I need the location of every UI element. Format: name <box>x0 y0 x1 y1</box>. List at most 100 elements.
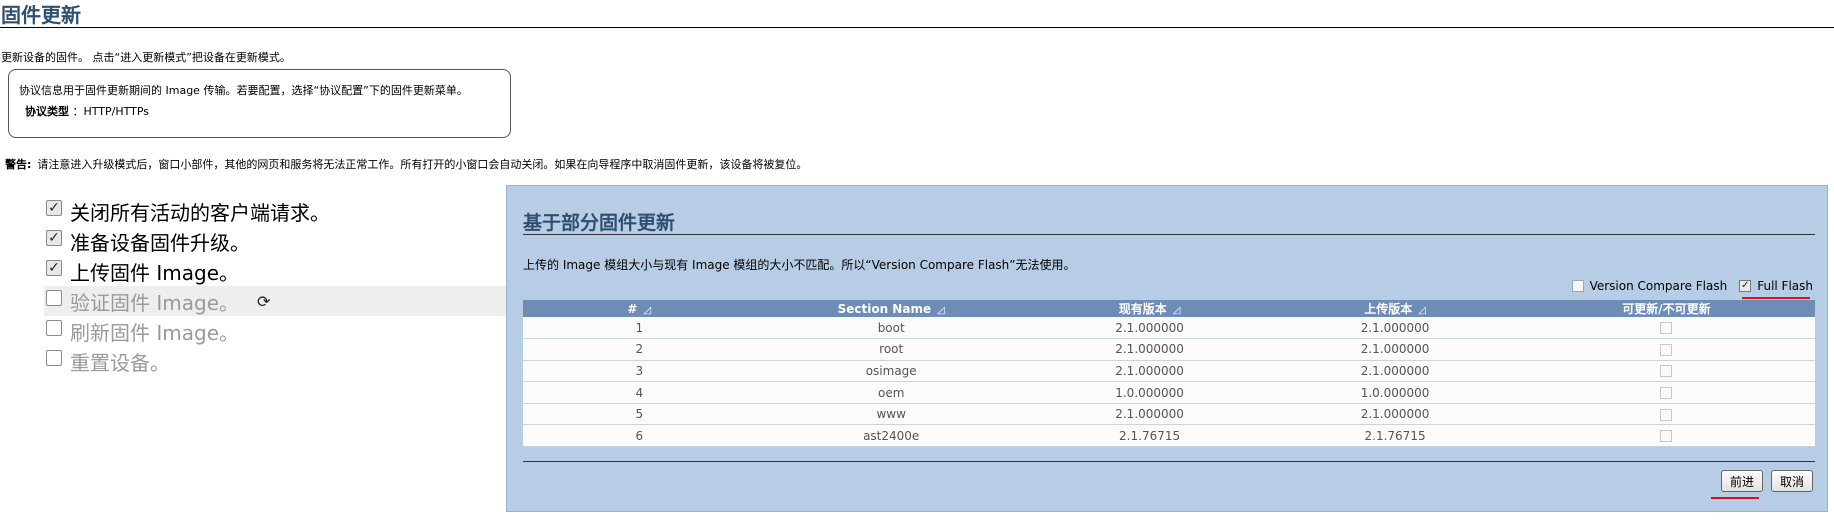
step-item: ✓ 关闭所有活动的客户端请求。 <box>46 196 506 226</box>
table-row: 2 root 2.1.000000 2.1.000000 <box>523 338 1815 361</box>
updatable-checkbox[interactable] <box>1660 322 1673 335</box>
cell-section-name: root <box>755 338 1027 361</box>
updatable-checkbox[interactable] <box>1660 408 1673 421</box>
protocol-type-line: 协议类型 ：HTTP/HTTPs <box>19 103 510 119</box>
sort-triangle-icon: ◿ <box>643 304 652 316</box>
cell-current-version: 2.1.76715 <box>1026 424 1273 448</box>
table-row: 5 www 2.1.000000 2.1.000000 <box>523 403 1815 426</box>
unchecked-box-icon <box>46 320 62 336</box>
cell-updatable <box>1517 424 1815 448</box>
update-steps-list: ✓ 关闭所有活动的客户端请求。 ✓ 准备设备固件升级。 ✓ 上传固件 Image… <box>44 196 506 376</box>
panel-bottom-divider <box>523 461 1815 462</box>
check-icon: ✓ <box>46 200 62 216</box>
step-item: 刷新固件 Image。 <box>46 316 506 346</box>
column-header-uploaded-version[interactable]: 上传版本 ◿ <box>1272 300 1518 317</box>
cell-updatable <box>1517 338 1815 361</box>
warning-label: 警告: <box>5 158 32 171</box>
sort-triangle-icon: ◿ <box>1418 305 1426 316</box>
cell-num: 4 <box>523 381 756 404</box>
flash-options: Version Compare Flash ✓ Full Flash <box>1560 279 1813 293</box>
cell-uploaded-version: 2.1.000000 <box>1272 338 1518 361</box>
cell-section-name: osimage <box>755 360 1027 383</box>
updatable-checkbox[interactable] <box>1660 365 1673 378</box>
step-item: 重置设备。 <box>46 346 506 376</box>
sort-triangle-icon: ◿ <box>1172 305 1181 316</box>
table-row: 4 oem 1.0.000000 1.0.000000 <box>523 381 1815 404</box>
column-header-current-version[interactable]: 现有版本 ◿ <box>1026 300 1273 317</box>
cell-section-name: oem <box>755 381 1027 404</box>
protocol-info-text: 协议信息用于固件更新期间的 Image 传输。若要配置，选择“协议配置”下的固件… <box>19 84 468 97</box>
protocol-info-box: 协议信息用于固件更新期间的 Image 传输。若要配置，选择“协议配置”下的固件… <box>8 69 511 138</box>
sort-triangle-icon: ◿ <box>937 304 945 316</box>
cell-section-name: ast2400e <box>755 424 1027 448</box>
cell-num: 6 <box>523 424 756 448</box>
cancel-button[interactable]: 取消 <box>1770 470 1813 492</box>
step-label: 验证固件 Image。 <box>70 290 239 315</box>
column-header-num[interactable]: # ◿ <box>523 300 756 317</box>
step-item: ✓ 上传固件 Image。 <box>46 256 506 286</box>
version-compare-label: Version Compare Flash <box>1589 279 1728 293</box>
page-title: 固件更新 <box>1 3 81 27</box>
cell-uploaded-version: 1.0.000000 <box>1272 381 1518 404</box>
cell-uploaded-version: 2.1.76715 <box>1272 424 1518 448</box>
version-compare-flash-option[interactable]: Version Compare Flash <box>1571 279 1728 293</box>
panel-title: 基于部分固件更新 <box>523 212 676 234</box>
updatable-checkbox[interactable] <box>1660 343 1673 356</box>
unchecked-box-icon <box>46 350 62 366</box>
cell-updatable <box>1517 317 1815 340</box>
step-label: 关闭所有活动的客户端请求。 <box>70 200 330 225</box>
cell-updatable <box>1517 360 1815 383</box>
partial-update-panel: 基于部分固件更新 上传的 Image 模组大小与现有 Image 模组的大小不匹… <box>506 185 1828 512</box>
unchecked-box-icon <box>46 290 62 306</box>
cell-num: 5 <box>523 403 756 426</box>
step-label: 重置设备。 <box>70 350 170 375</box>
table-row: 3 osimage 2.1.000000 2.1.000000 <box>523 360 1815 383</box>
cell-section-name: boot <box>755 317 1027 340</box>
proceed-highlight-underline <box>1711 497 1759 499</box>
protocol-type-value: ：HTTP/HTTPs <box>72 105 150 118</box>
step-label: 刷新固件 Image。 <box>70 320 239 345</box>
warning-message: 警告: 请注意进入升级模式后，窗口小部件，其他的网页和服务将无法正常工作。所有打开… <box>5 156 807 172</box>
full-flash-label: Full Flash <box>1757 279 1813 293</box>
cell-current-version: 2.1.000000 <box>1026 360 1273 383</box>
cell-uploaded-version: 2.1.000000 <box>1272 317 1518 340</box>
proceed-button[interactable]: 前进 <box>1720 470 1763 492</box>
cell-current-version: 2.1.000000 <box>1026 317 1273 340</box>
cell-uploaded-version: 2.1.000000 <box>1272 403 1518 426</box>
updatable-checkbox[interactable] <box>1660 387 1673 400</box>
warning-text: 请注意进入升级模式后，窗口小部件，其他的网页和服务将无法正常工作。所有打开的小窗… <box>37 158 808 171</box>
cell-num: 2 <box>523 338 756 361</box>
intro-text: 更新设备的固件。 点击“进入更新模式”把设备在更新模式。 <box>1 51 291 64</box>
cell-num: 1 <box>523 317 756 340</box>
full-flash-highlight-underline <box>1742 297 1810 299</box>
cell-updatable <box>1517 403 1815 426</box>
check-icon: ✓ <box>46 230 62 246</box>
check-icon: ✓ <box>46 260 62 276</box>
cell-section-name: www <box>755 403 1027 426</box>
step-label: 准备设备固件升级。 <box>70 230 250 255</box>
cell-current-version: 1.0.000000 <box>1026 381 1273 404</box>
size-mismatch-message: 上传的 Image 模组大小与现有 Image 模组的大小不匹配。所以“Vers… <box>523 258 1076 272</box>
updatable-checkbox[interactable] <box>1660 430 1673 443</box>
firmware-sections-table: # ◿ Section Name ◿ 现有版本 ◿ 上传版本 ◿ 可更新/不可更新 1 … <box>523 300 1815 448</box>
step-item-current: 验证固件 Image。 ⟳ <box>44 286 506 316</box>
table-header-row: # ◿ Section Name ◿ 现有版本 ◿ 上传版本 ◿ 可更新/不可更新 <box>523 300 1815 317</box>
cell-num: 3 <box>523 360 756 383</box>
full-flash-option[interactable]: ✓ Full Flash <box>1739 279 1813 293</box>
step-item: ✓ 准备设备固件升级。 <box>46 226 506 256</box>
version-compare-checkbox[interactable] <box>1571 280 1584 292</box>
cell-updatable <box>1517 381 1815 404</box>
cell-current-version: 2.1.000000 <box>1026 338 1273 361</box>
table-row: 6 ast2400e 2.1.76715 2.1.76715 <box>523 424 1815 448</box>
refresh-icon: ⟳ <box>257 291 271 311</box>
step-label: 上传固件 Image。 <box>70 260 239 285</box>
full-flash-checkbox[interactable]: ✓ <box>1739 280 1752 292</box>
cell-uploaded-version: 2.1.000000 <box>1272 360 1518 383</box>
title-divider <box>0 27 1834 28</box>
cell-current-version: 2.1.000000 <box>1026 403 1273 426</box>
panel-actions: 前进 取消 <box>1713 470 1813 492</box>
column-header-updatable: 可更新/不可更新 <box>1517 300 1815 317</box>
column-header-section-name[interactable]: Section Name ◿ <box>755 300 1027 317</box>
table-row: 1 boot 2.1.000000 2.1.000000 <box>523 317 1815 340</box>
panel-title-divider <box>523 234 1815 235</box>
